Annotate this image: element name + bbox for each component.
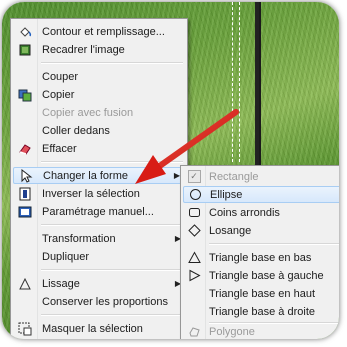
rounded-rect-icon	[185, 204, 203, 221]
submenu-item-losange[interactable]: Losange	[183, 222, 339, 239]
triangle-up-icon	[185, 249, 203, 266]
screenshot-frame: Contour et remplissage... Recadrer l'ima…	[2, 2, 339, 339]
empty-icon-slot	[185, 303, 203, 320]
hide-selection-icon	[15, 320, 35, 337]
invert-selection-icon	[15, 185, 35, 202]
menu-item-lissage[interactable]: Lissage ▶	[13, 275, 185, 292]
menu-item-changer-forme[interactable]: Changer la forme ▶	[13, 167, 185, 184]
triangle-right-icon	[185, 267, 203, 284]
menu-item-coller-dedans[interactable]: Coller dedans	[13, 122, 185, 139]
menu-separator	[41, 62, 183, 64]
menu-item-parametrage-manuel[interactable]: Paramétrage manuel...	[13, 203, 185, 220]
menu-item-recadrer[interactable]: Recadrer l'image	[13, 41, 185, 58]
menu-item-conserver-proportions[interactable]: Conserver les proportions	[13, 293, 185, 310]
empty-icon-slot	[15, 230, 35, 247]
empty-icon-slot	[15, 248, 35, 265]
submenu-item-coins-arrondis[interactable]: Coins arrondis	[183, 204, 339, 221]
empty-icon-slot	[15, 104, 35, 121]
menu-item-effacer[interactable]: Effacer	[13, 140, 185, 157]
menu-separator	[41, 224, 183, 226]
menu-separator	[41, 269, 183, 271]
copy-icon	[15, 86, 35, 103]
empty-icon-slot	[15, 293, 35, 310]
submenu-item-rectangle[interactable]: ✓ Rectangle	[183, 168, 339, 185]
polygon-icon	[185, 323, 203, 339]
submenu-item-triangle-haut[interactable]: Triangle base en haut	[183, 285, 339, 302]
menu-item-transformation[interactable]: Transformation ▶	[13, 230, 185, 247]
checkmark-icon: ✓	[185, 168, 203, 185]
eraser-icon	[15, 140, 35, 157]
empty-icon-slot	[15, 68, 35, 85]
empty-icon-slot	[185, 285, 203, 302]
menu-item-masquer-selection[interactable]: Masquer la sélection	[13, 320, 185, 337]
selection-marquee	[232, 2, 240, 162]
submenu-item-ellipse[interactable]: Ellipse	[183, 186, 339, 203]
crop-icon	[15, 41, 35, 58]
submenu-item-triangle-gauche[interactable]: Triangle base à gauche	[183, 267, 339, 284]
ellipse-icon	[186, 186, 204, 203]
diamond-icon	[185, 222, 203, 239]
menu-separator	[41, 161, 183, 163]
smoothing-icon	[15, 275, 35, 292]
submenu-item-triangle-droite[interactable]: Triangle base à droite	[183, 303, 339, 320]
context-menu: Contour et remplissage... Recadrer l'ima…	[10, 18, 188, 339]
submenu-item-triangle-bas[interactable]: Triangle base en bas	[183, 249, 339, 266]
shape-submenu: ✓ Rectangle Ellipse Coins arrondis Losan…	[180, 165, 339, 339]
menu-item-copier[interactable]: Copier	[13, 86, 185, 103]
submenu-separator	[209, 243, 339, 245]
menu-separator	[41, 314, 183, 316]
pointer-icon	[16, 167, 36, 184]
menu-item-inverser-selection[interactable]: Inverser la sélection	[13, 185, 185, 202]
menu-item-couper[interactable]: Couper	[13, 68, 185, 85]
paint-bucket-icon	[15, 23, 35, 40]
menu-item-contour-remplissage[interactable]: Contour et remplissage...	[13, 23, 185, 40]
empty-icon-slot	[15, 122, 35, 139]
menu-item-copier-fusion[interactable]: Copier avec fusion	[13, 104, 185, 121]
manual-settings-icon	[15, 203, 35, 220]
menu-item-dupliquer[interactable]: Dupliquer	[13, 248, 185, 265]
submenu-item-polygone[interactable]: Polygone	[183, 323, 339, 339]
